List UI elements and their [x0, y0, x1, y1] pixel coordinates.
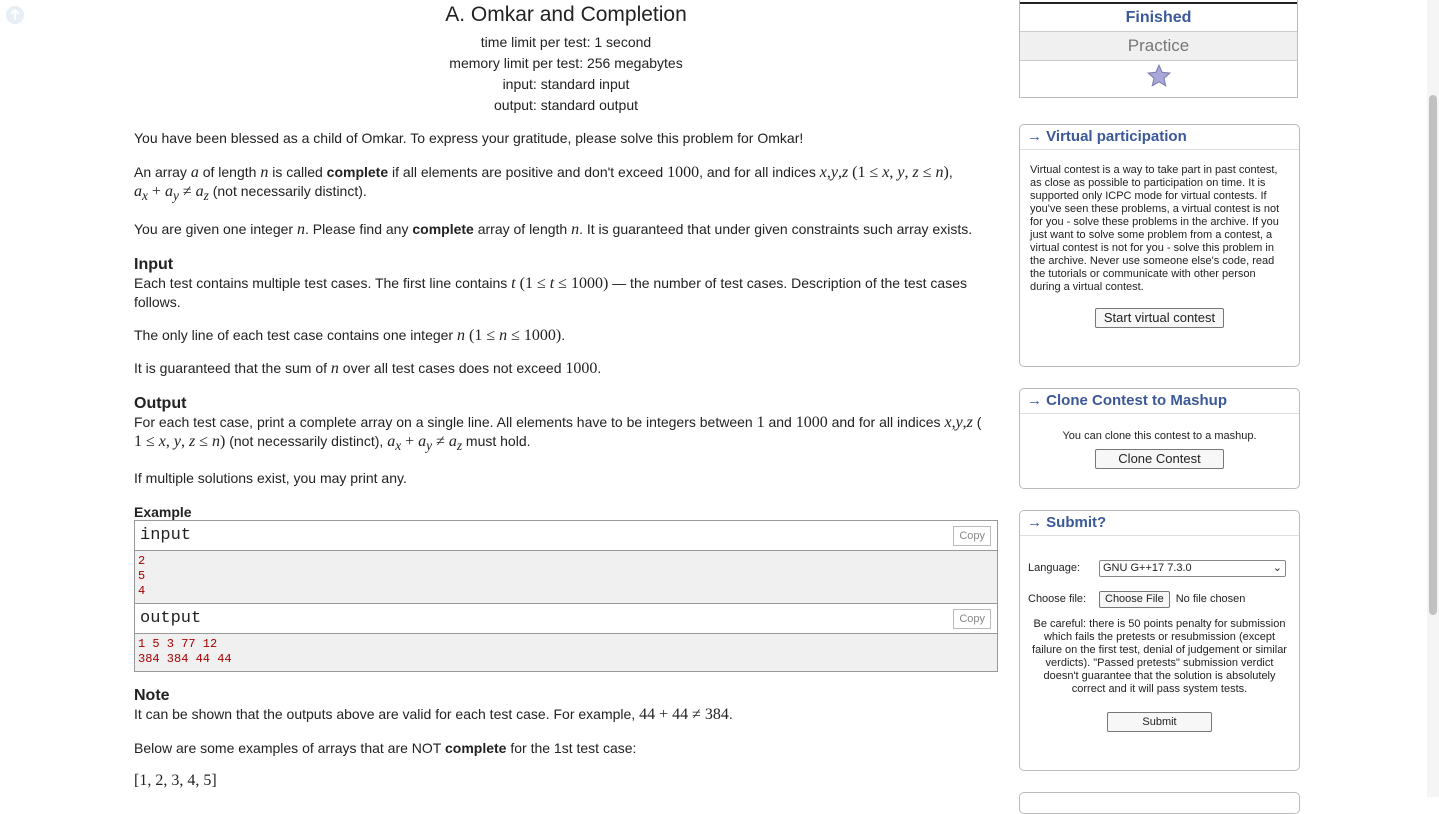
scrollbar[interactable]: [1427, 0, 1439, 797]
output-paragraph: If multiple solutions exist, you may pri…: [134, 470, 407, 487]
next-sidebar-card: [1019, 792, 1300, 814]
sample-input-content: 2 5 4: [135, 551, 997, 603]
statement-paragraph: You are given one integer n. Please find…: [134, 221, 973, 239]
submit-button[interactable]: Submit: [1107, 712, 1212, 732]
penalty-warning: Be careful: there is 50 points penalty f…: [1032, 618, 1287, 695]
note-paragraph: Below are some examples of arrays that a…: [134, 740, 637, 757]
time-limit: time limit per test: 1 second: [480, 34, 652, 50]
input-paragraph: Each test contains multiple test cases. …: [134, 275, 968, 311]
submit-card: → Submit? Language: GNU G++17 7.3.0 ⌄ Ch…: [1019, 510, 1300, 771]
sample-line: 1 5 3 77 12: [138, 637, 218, 652]
sample-line: 384 384 44 44: [138, 652, 232, 667]
virtual-participation-text: Virtual contest is a way to take part in…: [1030, 164, 1280, 293]
submit-title: → Submit?: [1020, 511, 1299, 536]
copy-input-button[interactable]: Copy: [953, 526, 991, 547]
note-heading: Note: [134, 687, 170, 705]
chevron-down-icon: ⌄: [1272, 562, 1282, 574]
note-example-array: [1, 2, 3, 4, 5]: [134, 772, 217, 790]
output-paragraph: For each test case, print a complete arr…: [134, 414, 982, 454]
scrollbar-thumb[interactable]: [1429, 95, 1437, 615]
virtual-participation-title: → Virtual participation: [1020, 125, 1299, 150]
language-label: Language:: [1028, 562, 1080, 574]
scroll-up-icon[interactable]: [5, 5, 25, 25]
sample-output-content: 1 5 3 77 12 384 384 44 44: [135, 634, 997, 671]
problem-title: A. Omkar and Completion: [445, 3, 687, 26]
input-paragraph: The only line of each test case contains…: [134, 327, 566, 345]
sample-line: 2: [138, 554, 146, 569]
status-finished: Finished: [1020, 4, 1297, 32]
sample-input-box: input Copy 2 5 4 output Copy 1 5 3 77 12 3…: [134, 520, 998, 673]
output-heading: Output: [134, 395, 187, 413]
input-paragraph: It is guaranteed that the sum of n over …: [134, 360, 602, 378]
clone-contest-title: → Clone Contest to Mashup: [1020, 389, 1299, 414]
copy-output-button[interactable]: Copy: [953, 609, 991, 630]
sample-line: 5: [138, 569, 146, 584]
memory-limit: memory limit per test: 256 megabytes: [449, 55, 683, 71]
choose-file-button[interactable]: Choose File: [1099, 591, 1170, 608]
status-practice: Practice: [1020, 32, 1297, 61]
sample-line: 4: [138, 584, 146, 599]
statement-paragraph: You have been blessed as a child of Omka…: [134, 130, 804, 146]
virtual-participation-card: → Virtual participation Virtual contest …: [1019, 124, 1300, 367]
input-heading: Input: [134, 256, 174, 274]
note-paragraph: It can be shown that the outputs above a…: [134, 706, 733, 724]
input-file: input: standard input: [502, 76, 630, 92]
language-select[interactable]: GNU G++17 7.3.0 ⌄: [1099, 560, 1286, 577]
clone-contest-text: You can clone this contest to a mashup.: [1062, 430, 1257, 442]
output-file: output: standard output: [494, 97, 638, 113]
problem-statement: A. Omkar and Completion time limit per t…: [134, 0, 998, 790]
statement-paragraph: An array a of length n is called complet…: [134, 164, 953, 204]
favorite-star-icon[interactable]: [1020, 61, 1297, 97]
sample-input-label: input: [140, 526, 192, 546]
start-virtual-contest-button[interactable]: Start virtual contest: [1094, 308, 1225, 328]
file-status: No file chosen: [1175, 593, 1246, 605]
clone-contest-card: → Clone Contest to Mashup You can clone …: [1019, 388, 1300, 489]
example-title: Example: [134, 504, 192, 521]
contest-status-card: Finished Practice: [1019, 0, 1298, 98]
sample-output-label: output: [140, 609, 202, 629]
choose-file-label: Choose file:: [1028, 593, 1087, 605]
clone-contest-button[interactable]: Clone Contest: [1095, 449, 1224, 469]
